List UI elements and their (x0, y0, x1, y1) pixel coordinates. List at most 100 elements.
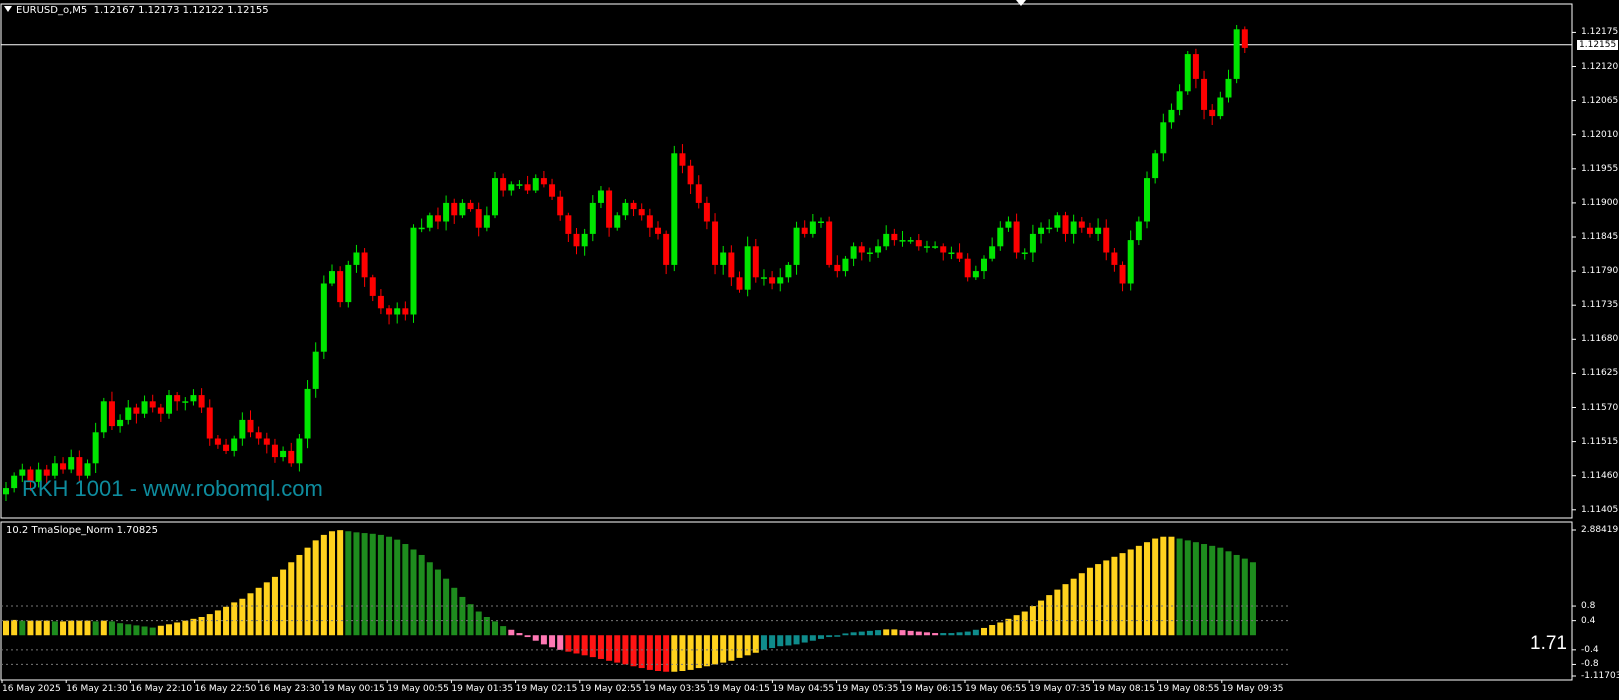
bull-candle (84, 463, 91, 476)
time-axis-label: 19 May 03:35 (644, 684, 706, 694)
price-axis-label: 1.11900 (1581, 197, 1619, 208)
bull-candle (304, 388, 311, 439)
histogram-bar (679, 635, 686, 671)
bull-candle (614, 215, 621, 228)
histogram-bar (1046, 595, 1053, 636)
histogram-bar (410, 549, 417, 636)
bear-candle (361, 252, 368, 278)
time-axis-label: 16 May 21:30 (66, 684, 128, 694)
histogram-bar (443, 578, 450, 636)
histogram-bar (117, 623, 124, 636)
bear-candle (76, 457, 83, 476)
bull-candle (875, 246, 882, 253)
bull-candle (842, 258, 849, 272)
bear-candle (1078, 221, 1085, 228)
histogram-bar (1095, 564, 1102, 636)
histogram-bar (402, 544, 409, 636)
histogram-bar (51, 621, 58, 636)
bull-candle (296, 438, 303, 464)
bull-candle (190, 395, 197, 402)
histogram-bar (948, 633, 955, 636)
bull-candle (785, 264, 792, 278)
dropdown-icon[interactable] (4, 6, 12, 12)
chart-canvas[interactable] (0, 0, 1619, 700)
bull-candle (1038, 227, 1045, 234)
bear-candle (769, 277, 776, 284)
chart-shift-marker-icon[interactable] (1016, 0, 1026, 6)
histogram-bar (777, 635, 784, 647)
histogram-bar (899, 630, 906, 636)
time-axis-label: 19 May 02:15 (515, 684, 578, 694)
histogram-bar (793, 635, 800, 645)
histogram-bar (923, 632, 930, 636)
bull-candle (508, 184, 515, 191)
bear-candle (434, 215, 441, 222)
histogram-bar (500, 626, 507, 636)
bear-candle (549, 184, 556, 197)
bear-candle (1119, 264, 1126, 284)
price-axis-label: 1.12065 (1581, 95, 1619, 106)
bear-candle (1103, 227, 1110, 253)
bear-candle (606, 190, 613, 228)
histogram-bar (1013, 615, 1020, 636)
histogram-bar (467, 604, 474, 636)
histogram-bar (108, 621, 115, 636)
histogram-bar (695, 635, 702, 669)
bear-candle (206, 407, 213, 439)
histogram-bar (744, 635, 751, 656)
indicator-name: 10.2 TmaSlope_Norm 1.70825 (6, 525, 158, 536)
time-axis-label: 19 May 08:15 (1093, 684, 1156, 694)
bear-candle (679, 153, 686, 166)
bear-candle (964, 258, 971, 278)
bull-candle (777, 277, 784, 284)
bull-candle (483, 215, 490, 228)
bear-candle (858, 246, 865, 253)
bear-candle (1062, 215, 1069, 234)
histogram-bar (459, 596, 466, 636)
indicator-histogram (1, 530, 1290, 672)
bear-candle (524, 184, 531, 191)
bull-candle (907, 240, 914, 242)
histogram-bar (1241, 558, 1248, 636)
histogram-bar (141, 626, 148, 636)
histogram-bar (1054, 589, 1061, 636)
histogram-bar (972, 629, 979, 636)
histogram-bar (785, 635, 792, 646)
bear-candle (43, 469, 50, 476)
histogram-bar (11, 619, 18, 636)
price-axis-label: 1.12010 (1581, 129, 1619, 140)
histogram-bar (589, 635, 596, 658)
histogram-bar (255, 587, 262, 636)
bear-candle (402, 308, 409, 315)
bear-candle (728, 252, 735, 278)
histogram-bar (1119, 553, 1126, 636)
bull-candle (516, 184, 523, 186)
histogram-bar (630, 635, 637, 667)
histogram-bar (703, 635, 710, 667)
indicator-axis-label: -1.11703 (1581, 671, 1619, 681)
histogram-bar (35, 620, 42, 636)
bull-candle (1095, 227, 1102, 234)
histogram-bar (182, 620, 189, 636)
histogram-bar (801, 635, 808, 643)
histogram-bar (614, 635, 621, 663)
histogram-bar (850, 632, 857, 636)
histogram-bar (557, 635, 564, 650)
indicator-axis-label: 0.4 (1581, 615, 1596, 626)
bear-candle (573, 233, 580, 247)
histogram-bar (247, 593, 254, 636)
histogram-bar (663, 635, 670, 672)
bear-candle (703, 202, 710, 222)
histogram-bar (157, 625, 164, 636)
bull-candle (166, 395, 172, 414)
bull-candle (793, 227, 800, 265)
bull-candle (320, 283, 327, 352)
bull-candle (597, 190, 604, 203)
bull-candle (720, 252, 727, 265)
bear-candle (174, 395, 181, 402)
histogram-bar (1021, 611, 1028, 636)
bull-candle (818, 221, 824, 223)
bear-candle (386, 308, 393, 315)
histogram-bar (891, 629, 898, 636)
bull-candle (809, 221, 816, 234)
